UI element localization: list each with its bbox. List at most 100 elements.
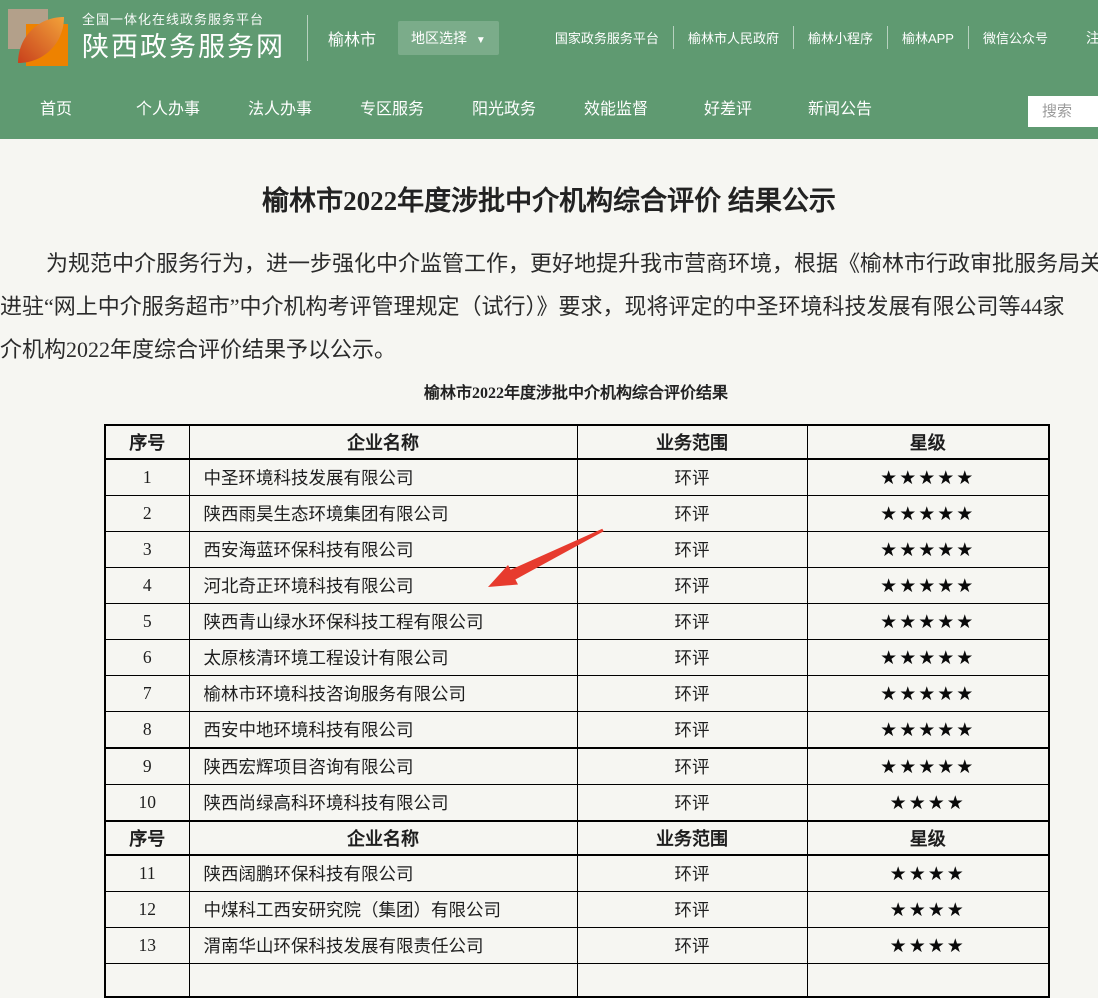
- business-scope: 环评: [577, 892, 807, 928]
- table-row: 6太原核清环境工程设计有限公司环评★★★★★: [105, 640, 1049, 676]
- nav-item[interactable]: 阳光政务: [448, 95, 560, 119]
- table-row: 13渭南华山环保科技发展有限责任公司环评★★★★: [105, 928, 1049, 964]
- nav-item[interactable]: 个人办事: [112, 95, 224, 119]
- empty-cell: [577, 964, 807, 998]
- table-header-row: 序号企业名称业务范围星级: [105, 425, 1049, 459]
- table-row: 5陕西青山绿水环保科技工程有限公司环评★★★★★: [105, 604, 1049, 640]
- column-header: 星级: [807, 425, 1049, 459]
- star-rating: ★★★★★: [807, 676, 1049, 712]
- business-scope: 环评: [577, 532, 807, 568]
- company-name: 中煤科工西安研究院（集团）有限公司: [189, 892, 577, 928]
- evaluation-table: 序号企业名称业务范围星级1中圣环境科技发展有限公司环评★★★★★2陕西雨昊生态环…: [104, 424, 1050, 998]
- table-row: 10陕西尚绿高科环境科技有限公司环评★★★★: [105, 785, 1049, 822]
- nav-item[interactable]: 专区服务: [336, 95, 448, 119]
- search-input[interactable]: [1028, 96, 1098, 127]
- star-rating: ★★★★★: [807, 459, 1049, 496]
- business-scope: 环评: [577, 785, 807, 822]
- business-scope: 环评: [577, 855, 807, 892]
- column-header: 业务范围: [577, 425, 807, 459]
- site-name: 陕西政务服务网: [82, 31, 285, 63]
- column-header: 星级: [807, 821, 1049, 855]
- top-link[interactable]: 微信公众号: [969, 26, 1062, 49]
- company-name: 陕西阔鹏环保科技有限公司: [189, 855, 577, 892]
- company-name: 西安海蓝环保科技有限公司: [189, 532, 577, 568]
- row-number: 13: [105, 928, 189, 964]
- table-row: 3西安海蓝环保科技有限公司环评★★★★★: [105, 532, 1049, 568]
- top-link[interactable]: 榆林小程序: [794, 26, 888, 49]
- page-title: 榆林市2022年度涉批中介机构综合评价 结果公示: [0, 139, 1098, 218]
- announcement-paragraph: 为规范中介服务行为，进一步强化中介监管工作，更好地提升我市营商环境，根据《榆林市…: [0, 242, 1098, 371]
- header-divider: [307, 15, 308, 61]
- nav-item[interactable]: 效能监督: [560, 95, 672, 119]
- top-link[interactable]: 榆林APP: [888, 26, 969, 49]
- business-scope: 环评: [577, 459, 807, 496]
- register-link[interactable]: 注册: [1086, 28, 1098, 48]
- business-scope: 环评: [577, 748, 807, 785]
- row-number: 10: [105, 785, 189, 822]
- business-scope: 环评: [577, 496, 807, 532]
- column-header: 企业名称: [189, 425, 577, 459]
- company-name: 西安中地环境科技有限公司: [189, 712, 577, 749]
- star-rating: ★★★★: [807, 855, 1049, 892]
- column-header: 企业名称: [189, 821, 577, 855]
- table-row: 4河北奇正环境科技有限公司环评★★★★★: [105, 568, 1049, 604]
- chevron-down-icon: ▼: [476, 35, 486, 46]
- nav-item[interactable]: 首页: [0, 95, 112, 119]
- star-rating: ★★★★★: [807, 604, 1049, 640]
- company-name: 中圣环境科技发展有限公司: [189, 459, 577, 496]
- brand-text: 全国一体化在线政务服务平台 陕西政务服务网: [82, 12, 285, 63]
- business-scope: 环评: [577, 604, 807, 640]
- row-number: 5: [105, 604, 189, 640]
- row-number: 11: [105, 855, 189, 892]
- company-name: 陕西宏辉项目咨询有限公司: [189, 748, 577, 785]
- star-rating: ★★★★★: [807, 748, 1049, 785]
- table-row: 9陕西宏辉项目咨询有限公司环评★★★★★: [105, 748, 1049, 785]
- row-number: 4: [105, 568, 189, 604]
- table-row: 8西安中地环境科技有限公司环评★★★★★: [105, 712, 1049, 749]
- company-name: 陕西尚绿高科环境科技有限公司: [189, 785, 577, 822]
- table-row: 11陕西阔鹏环保科技有限公司环评★★★★: [105, 855, 1049, 892]
- star-rating: ★★★★★: [807, 532, 1049, 568]
- content-area: 榆林市2022年度涉批中介机构综合评价 结果公示 为规范中介服务行为，进一步强化…: [0, 139, 1098, 998]
- company-name: 渭南华山环保科技发展有限责任公司: [189, 928, 577, 964]
- star-rating: ★★★★★: [807, 496, 1049, 532]
- top-header: 全国一体化在线政务服务平台 陕西政务服务网 榆林市 地区选择 ▼ 国家政务服务平…: [0, 0, 1098, 75]
- company-name: 陕西青山绿水环保科技工程有限公司: [189, 604, 577, 640]
- company-name: 河北奇正环境科技有限公司: [189, 568, 577, 604]
- table-row: 12中煤科工西安研究院（集团）有限公司环评★★★★: [105, 892, 1049, 928]
- row-number: 6: [105, 640, 189, 676]
- paragraph-line: 进驻“网上中介服务超市”中介机构考评管理规定（试行）》要求，现将评定的中圣环境科…: [0, 285, 1098, 328]
- top-link[interactable]: 国家政务服务平台: [541, 26, 674, 49]
- table-caption: 榆林市2022年度涉批中介机构综合评价结果: [104, 379, 1048, 403]
- row-number: 2: [105, 496, 189, 532]
- star-rating: ★★★★★: [807, 568, 1049, 604]
- row-number: 1: [105, 459, 189, 496]
- paragraph-line: 为规范中介服务行为，进一步强化中介监管工作，更好地提升我市营商环境，根据《榆林市…: [0, 242, 1098, 285]
- company-name: 陕西雨昊生态环境集团有限公司: [189, 496, 577, 532]
- star-rating: ★★★★★: [807, 640, 1049, 676]
- row-number: 7: [105, 676, 189, 712]
- empty-cell: [105, 964, 189, 998]
- region-selector-button[interactable]: 地区选择 ▼: [398, 21, 499, 55]
- top-links: 国家政务服务平台榆林市人民政府榆林小程序榆林APP微信公众号: [541, 26, 1062, 49]
- table-row: 2陕西雨昊生态环境集团有限公司环评★★★★★: [105, 496, 1049, 532]
- star-rating: ★★★★: [807, 785, 1049, 822]
- column-header: 序号: [105, 425, 189, 459]
- table-header-row: 序号企业名称业务范围星级: [105, 821, 1049, 855]
- top-link[interactable]: 榆林市人民政府: [674, 26, 794, 49]
- row-number: 3: [105, 532, 189, 568]
- business-scope: 环评: [577, 712, 807, 749]
- current-city-label: 榆林市: [328, 26, 376, 50]
- row-number: 8: [105, 712, 189, 749]
- site-logo[interactable]: [8, 7, 70, 69]
- company-name: 太原核清环境工程设计有限公司: [189, 640, 577, 676]
- nav-item[interactable]: 新闻公告: [784, 95, 896, 119]
- star-rating: ★★★★: [807, 928, 1049, 964]
- business-scope: 环评: [577, 928, 807, 964]
- row-number: 9: [105, 748, 189, 785]
- empty-cell: [807, 964, 1049, 998]
- business-scope: 环评: [577, 640, 807, 676]
- nav-item[interactable]: 法人办事: [224, 95, 336, 119]
- table-row-partial: [105, 964, 1049, 998]
- nav-item[interactable]: 好差评: [672, 95, 784, 119]
